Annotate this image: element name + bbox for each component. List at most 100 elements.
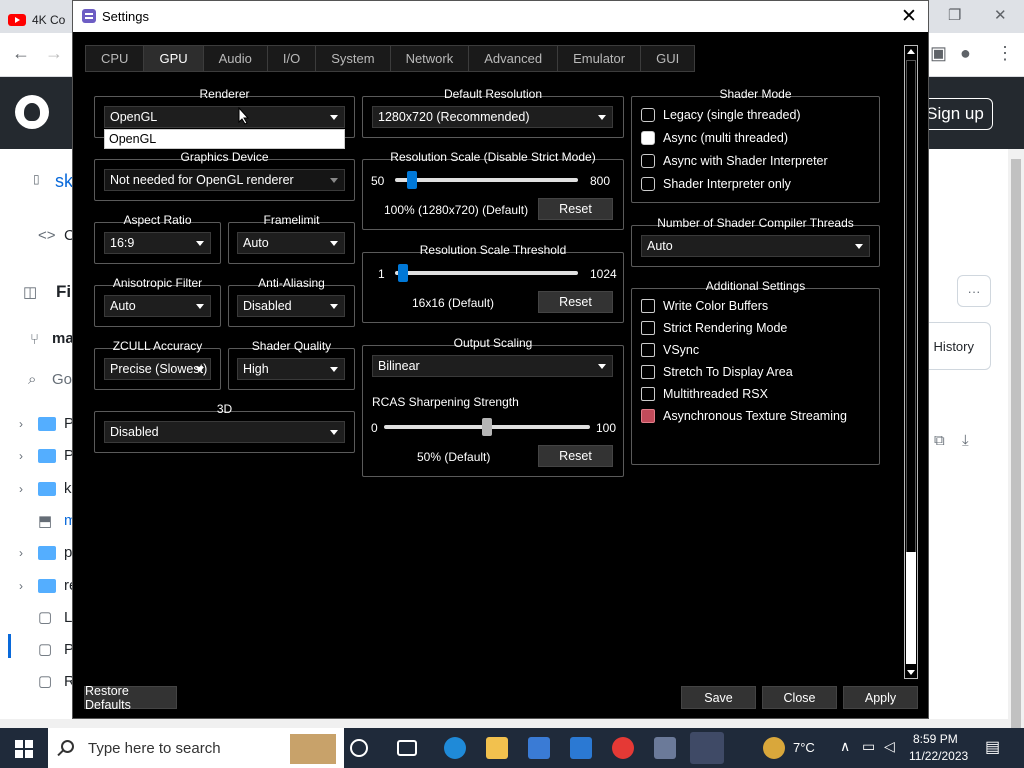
scroll-down-icon[interactable] [907, 670, 915, 675]
tab-advanced[interactable]: Advanced [468, 45, 559, 72]
chevron-down-icon [330, 178, 338, 183]
edge-icon[interactable] [444, 737, 466, 759]
anisotropic-select[interactable]: Auto [104, 295, 211, 317]
graphics-device-select[interactable]: Not needed for OpenGL renderer [104, 169, 345, 191]
rpcs3-taskbar-icon[interactable] [690, 732, 724, 764]
tab-system[interactable]: System [315, 45, 391, 72]
clock-date[interactable]: 11/22/2023 [909, 749, 968, 763]
resolution-threshold-reset-button[interactable]: Reset [538, 291, 613, 313]
default-resolution-select[interactable]: 1280x720 (Recommended) [372, 106, 613, 128]
graphics-device-title: Graphics Device [180, 150, 269, 164]
file-icon: ▢ [38, 673, 53, 690]
tab-cpu[interactable]: CPU [85, 45, 145, 72]
browser-scrollbar[interactable] [1008, 149, 1024, 729]
browser-tab[interactable]: 4K Co [8, 6, 65, 33]
cortana-icon[interactable] [350, 739, 368, 757]
branch-name[interactable]: ma [52, 330, 74, 347]
notification-icon[interactable]: ▤ [985, 737, 1000, 757]
shader-mode-option-async-interpreter[interactable]: Async with Shader Interpreter [641, 154, 828, 168]
tab-network[interactable]: Network [389, 45, 470, 72]
network-icon[interactable]: ▭ [862, 738, 875, 755]
compiler-threads-title: Number of Shader Compiler Threads [657, 216, 854, 230]
rcas-handle[interactable] [482, 418, 492, 436]
multithreaded-rsx-checkbox[interactable]: Multithreaded RSX [641, 387, 768, 401]
shader-mode-option-legacy[interactable]: Legacy (single threaded) [641, 108, 801, 122]
tab-audio[interactable]: Audio [202, 45, 268, 72]
renderer-dropdown-item[interactable]: OpenGL [104, 129, 345, 149]
strict-rendering-checkbox[interactable]: Strict Rendering Mode [641, 321, 787, 335]
download-icon[interactable]: ⤓ [962, 432, 969, 449]
browser-close-icon[interactable]: ✕ [994, 6, 1007, 24]
chrome-icon[interactable] [612, 737, 634, 759]
aspect-ratio-select[interactable]: 16:9 [104, 232, 211, 254]
tab-gpu[interactable]: GPU [143, 45, 204, 72]
stretch-display-checkbox[interactable]: Stretch To Display Area [641, 365, 793, 379]
store-icon[interactable] [528, 737, 550, 759]
renderer-value: OpenGL [110, 110, 158, 124]
menu-icon[interactable]: ⋮ [996, 43, 1014, 64]
task-view-icon[interactable] [397, 740, 417, 756]
close-button[interactable]: Close [762, 686, 837, 709]
resolution-scale-handle[interactable] [406, 171, 417, 189]
shader-mode-option-async[interactable]: Async (multi threaded) [641, 131, 788, 145]
chevron-right-icon: › [19, 579, 23, 593]
scroll-up-icon[interactable] [907, 49, 915, 54]
async-texture-streaming-checkbox[interactable]: Asynchronous Texture Streaming [641, 409, 847, 423]
chevron-up-icon[interactable]: ∧ [840, 738, 850, 755]
weather-temp[interactable]: 7°C [793, 740, 815, 755]
scroll-thumb[interactable] [906, 552, 916, 664]
shader-quality-select[interactable]: High [237, 358, 345, 380]
file-icon: ▢ [38, 609, 53, 626]
scroll-track[interactable] [906, 60, 916, 554]
resolution-scale-slider[interactable] [395, 178, 578, 182]
browser-scroll-thumb[interactable] [1011, 159, 1021, 729]
panel-icon[interactable]: ◫ [23, 283, 37, 301]
more-options-button[interactable]: ··· [957, 275, 991, 307]
zcull-select[interactable]: Precise (Slowest) [104, 358, 211, 380]
file-explorer-icon[interactable] [486, 737, 508, 759]
list-item[interactable]: k [64, 480, 72, 497]
mail-icon[interactable] [570, 737, 592, 759]
profile-icon[interactable]: ● [960, 43, 971, 64]
clock-time[interactable]: 8:59 PM [913, 732, 958, 746]
resolution-scale-reset-button[interactable]: Reset [538, 198, 613, 220]
chevron-down-icon [330, 241, 338, 246]
anti-aliasing-select[interactable]: Disabled [237, 295, 345, 317]
dialog-close-icon[interactable]: ✕ [901, 5, 917, 28]
restore-defaults-button[interactable]: Restore Defaults [84, 684, 177, 712]
framelimit-select[interactable]: Auto [237, 232, 345, 254]
volume-icon[interactable]: ◁ [884, 738, 895, 755]
output-scaling-select[interactable]: Bilinear [372, 355, 613, 377]
copy-icon[interactable]: ⧉ [934, 432, 945, 449]
resolution-threshold-handle[interactable] [397, 264, 408, 282]
shader-mode-option-interpreter[interactable]: Shader Interpreter only [641, 177, 791, 191]
dialog-scrollbar[interactable] [904, 45, 918, 679]
tab-gui[interactable]: GUI [640, 45, 696, 72]
renderer-select[interactable]: OpenGL [104, 106, 345, 128]
back-icon[interactable]: ← [12, 43, 30, 64]
sidebar-icon[interactable]: ▣ [930, 43, 947, 64]
tab-emulator[interactable]: Emulator [557, 45, 642, 72]
restore-icon[interactable]: ❐ [948, 6, 961, 24]
repo-name[interactable]: sk [55, 171, 73, 192]
rcas-reset-button[interactable]: Reset [538, 445, 613, 467]
app-icon[interactable] [654, 737, 676, 759]
goto-search-icon: ⌕ [28, 371, 37, 388]
three-d-select[interactable]: Disabled [104, 421, 345, 443]
folder-icon [38, 449, 56, 463]
resolution-threshold-slider[interactable] [395, 271, 578, 275]
windows-start-icon[interactable] [15, 740, 33, 758]
anti-aliasing-title: Anti-Aliasing [258, 276, 325, 290]
checkbox-disabled-icon [641, 409, 655, 423]
compiler-threads-select[interactable]: Auto [641, 235, 870, 257]
forward-icon[interactable]: → [45, 43, 63, 64]
write-color-buffers-checkbox[interactable]: Write Color Buffers [641, 299, 768, 313]
tab-io[interactable]: I/O [266, 45, 317, 72]
goto-file-input[interactable]: Go [52, 371, 72, 388]
github-logo-icon[interactable] [15, 95, 49, 129]
save-button[interactable]: Save [681, 686, 756, 709]
vsync-checkbox[interactable]: VSync [641, 343, 699, 357]
default-resolution-value: 1280x720 (Recommended) [378, 110, 530, 124]
apply-button[interactable]: Apply [843, 686, 918, 709]
weather-icon[interactable] [763, 737, 785, 759]
